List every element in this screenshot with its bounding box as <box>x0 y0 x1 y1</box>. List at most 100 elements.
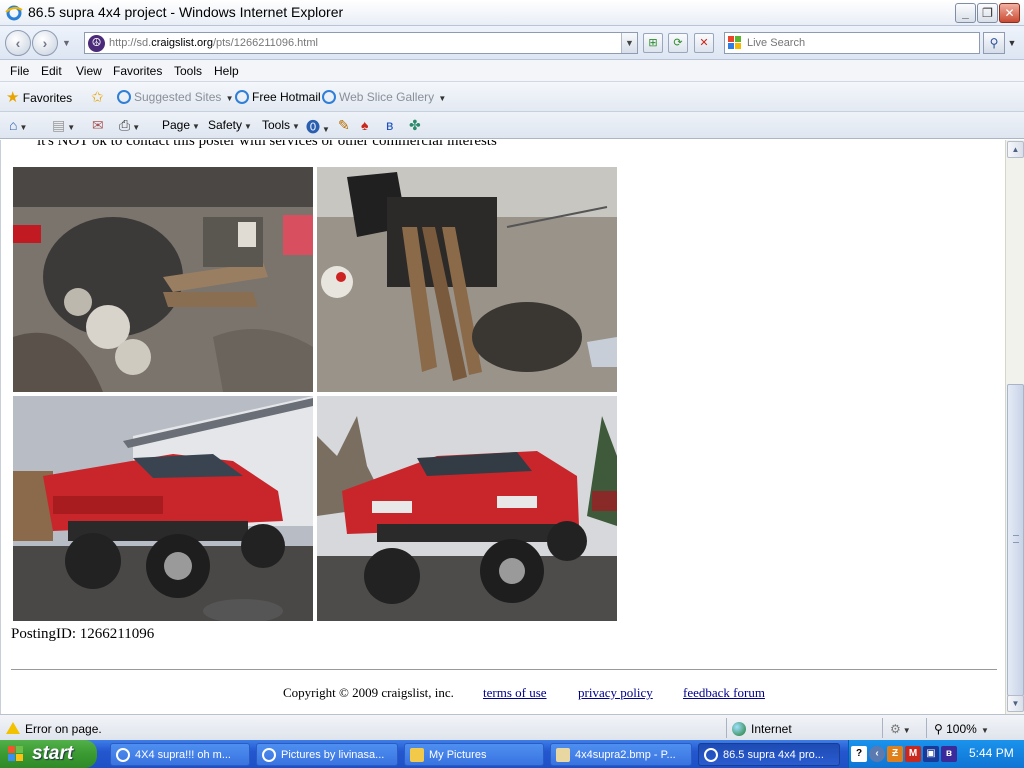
free-hotmail-link[interactable]: Free Hotmail <box>235 90 321 104</box>
compatibility-view-icon[interactable]: ⊞ <box>643 33 663 53</box>
supra-front-image <box>317 396 617 621</box>
stop-icon[interactable]: ✕ <box>694 33 714 53</box>
home-icon[interactable]: ⌂ ▼ <box>9 117 27 133</box>
forward-button[interactable]: › <box>32 30 58 56</box>
menu-bar: File Edit View Favorites Tools Help <box>0 60 1024 82</box>
add-to-favorites-button[interactable]: ✩ <box>91 88 104 106</box>
task-ie-active[interactable]: 86.5 supra 4x4 pro... <box>698 743 840 766</box>
star-icon: ★ <box>6 89 20 106</box>
engine-headers-image <box>317 167 617 392</box>
print-icon[interactable]: ⎙ ▼ <box>119 117 140 134</box>
zoom-level[interactable]: ⚲ 100% ▼ <box>934 722 989 736</box>
ie-page-icon <box>117 90 131 104</box>
menu-edit[interactable]: Edit <box>41 64 62 78</box>
help-tray-icon[interactable]: ? <box>851 746 867 762</box>
photo-supra-rear[interactable] <box>13 396 313 621</box>
status-divider <box>882 718 883 738</box>
windows-logo-icon <box>8 746 23 761</box>
safety-menu[interactable]: Safety ▼ <box>208 118 252 132</box>
task-ie-pictures[interactable]: Pictures by livinasa... <box>256 743 398 766</box>
page-content: it's NOT ok to contact this poster with … <box>0 140 1005 714</box>
mail-icon[interactable]: ✉ <box>92 117 104 134</box>
search-options-dropdown[interactable]: ▼ <box>1005 32 1019 54</box>
close-button[interactable]: ✕ <box>999 3 1020 23</box>
search-icon[interactable]: ⚲ <box>983 32 1005 54</box>
paint-icon <box>556 748 570 762</box>
internet-explorer-icon <box>5 5 23 21</box>
status-divider <box>926 718 927 738</box>
page-error-status[interactable]: Error on page. <box>6 722 102 736</box>
feeds-icon[interactable]: ▤ ▼ <box>52 117 75 134</box>
back-button[interactable]: ‹ <box>5 30 31 56</box>
privacy-policy-link[interactable]: privacy policy <box>578 685 653 701</box>
warning-icon <box>6 722 20 734</box>
taskbar: start 4X4 supra!!! oh m... Pictures by l… <box>0 740 1024 768</box>
ie-task-icon <box>262 748 276 762</box>
url-field[interactable]: ☮ http://sd.craigslist.org/pts/126621109… <box>84 32 638 54</box>
help-icon[interactable]: ⓿ ▼ <box>306 117 330 137</box>
window-title: 86.5 supra 4x4 project - Windows Interne… <box>28 4 344 20</box>
internet-zone-icon <box>732 722 746 736</box>
scroll-down-button[interactable]: ▼ <box>1007 695 1024 712</box>
status-divider <box>726 718 727 738</box>
posting-notice: it's NOT ok to contact this poster with … <box>37 140 497 149</box>
add-favorite-star-icon: ✩ <box>91 89 104 106</box>
copyright-text: Copyright © 2009 craigslist, inc. <box>283 685 454 700</box>
menu-favorites[interactable]: Favorites <box>113 64 162 78</box>
address-bar: ‹ › ▼ ☮ http://sd.craigslist.org/pts/126… <box>0 26 1024 60</box>
task-ie-supra-thread[interactable]: 4X4 supra!!! oh m... <box>110 743 250 766</box>
system-tray: ? ‹ Ƶ M ▣ ʙ 5:44 PM <box>848 740 1024 768</box>
monitor-tray-icon[interactable]: ▣ <box>923 746 939 762</box>
tools-menu[interactable]: Tools ▼ <box>262 118 300 132</box>
favorites-button[interactable]: ★ Favorites <box>6 88 72 106</box>
menu-file[interactable]: File <box>10 64 29 78</box>
photo-engine-headers[interactable] <box>317 167 617 392</box>
research-icon[interactable]: ✎ <box>338 117 350 134</box>
feedback-forum-link[interactable]: feedback forum <box>683 685 765 701</box>
favorites-bar: ★ Favorites ✩ Suggested Sites ▼ Free Hot… <box>0 82 1024 112</box>
recent-pages-dropdown[interactable]: ▼ <box>62 38 71 48</box>
messenger-icon[interactable]: ✤ <box>409 117 421 134</box>
page-menu[interactable]: Page ▼ <box>162 118 200 132</box>
suggested-sites-link[interactable]: Suggested Sites ▼ <box>117 90 234 104</box>
bluetooth-tray-icon[interactable]: ʙ <box>941 746 957 762</box>
scroll-grip-icon <box>1013 535 1019 543</box>
task-my-pictures[interactable]: My Pictures <box>404 743 544 766</box>
minimize-button[interactable]: _ <box>955 3 976 23</box>
bluetooth-icon[interactable]: ʙ <box>386 117 393 133</box>
restore-button[interactable]: ❐ <box>977 3 998 23</box>
vertical-scrollbar[interactable]: ▲ ▼ <box>1005 140 1024 714</box>
search-input[interactable] <box>747 35 975 51</box>
photo-engine-parts[interactable] <box>13 167 313 392</box>
photo-supra-front[interactable] <box>317 396 617 621</box>
status-bar: Error on page. Internet ⚙ ▼ ⚲ 100% ▼ <box>0 714 1024 740</box>
web-slice-gallery-link[interactable]: Web Slice Gallery ▼ <box>322 90 446 104</box>
ie-page-icon <box>322 90 336 104</box>
footer-divider <box>11 669 997 670</box>
scroll-thumb[interactable] <box>1007 384 1024 696</box>
menu-view[interactable]: View <box>76 64 102 78</box>
terms-of-use-link[interactable]: terms of use <box>483 685 547 701</box>
task-paint[interactable]: 4x4supra2.bmp - P... <box>550 743 692 766</box>
folder-icon <box>410 748 424 762</box>
url-dropdown[interactable]: ▼ <box>621 33 637 53</box>
app-tray-icon[interactable]: Ƶ <box>887 746 903 762</box>
ie-page-icon <box>235 90 249 104</box>
menu-tools[interactable]: Tools <box>174 64 202 78</box>
menu-help[interactable]: Help <box>214 64 239 78</box>
security-zone[interactable]: Internet <box>732 722 792 736</box>
search-box[interactable] <box>724 32 980 54</box>
command-bar: ⌂ ▼ ▤ ▼ ✉ ⎙ ▼ Page ▼ Safety ▼ Tools ▼ ⓿ ▼ ✎ ♠ ʙ… <box>0 112 1024 139</box>
mcafee-tray-icon[interactable]: M <box>905 746 921 762</box>
scroll-up-button[interactable]: ▲ <box>1007 141 1024 158</box>
live-search-icon <box>728 36 741 49</box>
refresh-icon[interactable]: ⟳ <box>668 33 688 53</box>
url-text[interactable]: http://sd.craigslist.org/pts/1266211096.… <box>109 37 318 49</box>
start-button[interactable]: start <box>0 740 97 768</box>
zoom-icon: ⚲ <box>934 722 947 736</box>
spade-icon[interactable]: ♠ <box>361 117 368 133</box>
ie-task-icon <box>116 748 130 762</box>
back-tray-icon[interactable]: ‹ <box>869 746 885 762</box>
protected-mode-icon[interactable]: ⚙ ▼ <box>890 722 911 736</box>
posting-id: PostingID: 1266211096 <box>11 626 155 642</box>
